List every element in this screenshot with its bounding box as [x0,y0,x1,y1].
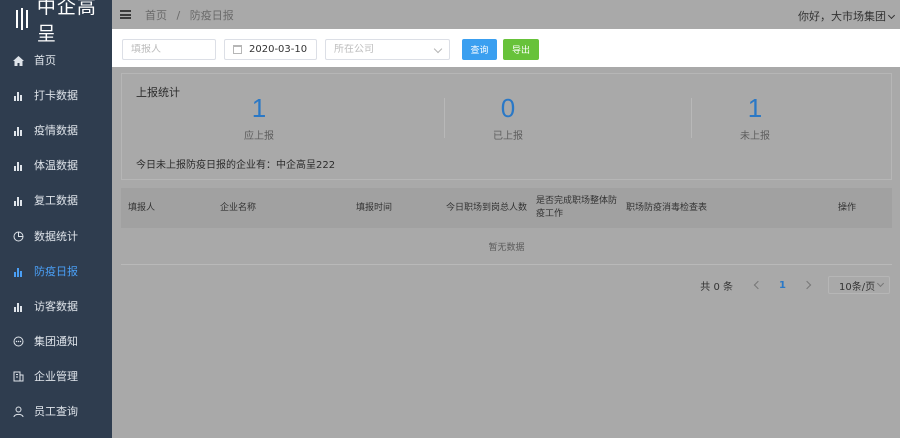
sidebar-item-label: 员工查询 [34,405,78,419]
stat-label: 应上报 [244,130,274,142]
chat-icon [12,335,24,347]
bar-chart-icon [12,159,24,172]
reporter-input[interactable] [131,44,215,55]
sidebar-item-label: 体温数据 [34,159,78,173]
report-table: 填报人 企业名称 填报时间 今日职场到岗总人数 是否完成职场整体防疫工作 职场防… [121,188,892,265]
logo-text: 中企高呈 [36,0,97,45]
stat-should-report: 1 应上报 [129,94,389,142]
sidebar-item-label: 防疫日报 [34,264,78,278]
column-header-actions: 操作 [838,202,857,213]
bar-chart-icon [12,300,24,312]
chevron-right-icon[interactable] [802,280,812,290]
chevron-left-icon[interactable] [753,280,763,290]
page-size-select[interactable]: 10条/页 [828,276,890,294]
pagination: 共 0 条 1 10条/页 [700,276,890,294]
menu-toggle-icon[interactable] [120,10,131,19]
breadcrumb-separator: / [176,8,181,22]
pagination-page[interactable]: 1 [779,280,786,291]
column-header-time: 填报时间 [356,202,393,213]
date-value: 2020-03-10 [249,44,308,55]
company-input[interactable] [334,44,449,55]
page-size-value: 10条/页 [839,281,876,293]
column-header-company: 企业名称 [220,202,257,213]
reporter-field[interactable] [122,39,216,60]
column-header-headcount: 今日职场到岗总人数 [446,202,528,213]
sidebar-nav: 首页 打卡数据 疫情数据 体温数据 复工数据 数据统计 防疫日报 访客数据 集团… [0,42,112,429]
bar-chart-icon [12,124,24,136]
sidebar: 中企高呈 首页 打卡数据 疫情数据 体温数据 复工数据 数据统计 防疫日报 访客… [0,0,112,438]
stat-reported: 0 已上报 [378,94,638,142]
sidebar-item-label: 访客数据 [34,299,78,313]
sidebar-item-label: 集团通知 [34,335,78,349]
sidebar-item-label: 数据统计 [34,229,78,243]
sidebar-item-notices[interactable]: 集团通知 [0,324,112,359]
stat-value: 0 [500,93,516,123]
sidebar-item-epidemic[interactable]: 疫情数据 [0,112,112,147]
breadcrumb: 首页 / 防疫日报 [145,7,234,23]
pie-chart-icon [12,230,24,242]
sidebar-item-home[interactable]: 首页 [0,42,112,77]
sidebar-item-daily-report[interactable]: 防疫日报 [0,253,112,288]
table-header: 填报人 企业名称 填报时间 今日职场到岗总人数 是否完成职场整体防疫工作 职场防… [121,188,892,228]
home-icon [12,54,24,66]
bar-chart-icon [12,89,24,101]
pagination-total: 共 0 条 [700,281,734,293]
stat-label: 未上报 [740,130,770,142]
logo-mark-icon [14,8,31,30]
sidebar-item-visitors[interactable]: 访客数据 [0,288,112,323]
sidebar-item-temperature[interactable]: 体温数据 [0,148,112,183]
filter-bar: 2020-03-10 查询 导出 [112,29,900,67]
sidebar-item-resume-work[interactable]: 复工数据 [0,183,112,218]
bar-chart-icon [12,265,24,277]
sidebar-item-label: 企业管理 [34,370,78,384]
chevron-down-icon [876,279,885,288]
column-header-checklist: 职场防疫消毒检查表 [626,202,708,213]
sidebar-item-label: 打卡数据 [34,88,78,102]
table-empty: 暂无数据 [121,228,892,265]
top-header: 首页 / 防疫日报 你好，大市场集团 [112,0,900,29]
stat-label: 已上报 [493,130,523,142]
stat-value: 1 [251,93,267,123]
building-icon [12,370,24,382]
breadcrumb-current: 防疫日报 [189,8,234,22]
date-picker[interactable]: 2020-03-10 [224,39,317,60]
breadcrumb-home[interactable]: 首页 [145,9,167,22]
sidebar-item-statistics[interactable]: 数据统计 [0,218,112,253]
export-button[interactable]: 导出 [503,39,539,60]
sidebar-item-label: 复工数据 [34,194,78,208]
sidebar-item-enterprise[interactable]: 企业管理 [0,359,112,394]
column-header-completed: 是否完成职场整体防疫工作 [536,196,618,219]
sidebar-item-label: 疫情数据 [34,123,78,137]
user-icon [12,405,24,418]
stat-value: 1 [747,93,763,123]
unreported-notice: 今日未上报防疫日报的企业有：中企高呈222 [136,160,336,171]
logo[interactable]: 中企高呈 [0,0,112,45]
user-menu[interactable]: 你好，大市场集团 [798,8,896,24]
stat-not-reported: 1 未上报 [625,94,885,142]
bar-chart-icon [12,194,24,207]
sidebar-item-label: 首页 [34,53,56,67]
sidebar-item-clockin[interactable]: 打卡数据 [0,77,112,112]
user-greeting: 你好，大市场集团 [798,10,886,23]
chevron-down-icon [887,11,896,20]
calendar-icon [233,45,242,54]
company-select[interactable] [325,39,450,60]
column-header-reporter: 填报人 [128,202,156,213]
report-stats-card: 上报统计 1 应上报 0 已上报 1 未上报 今日未上报防疫日报的企业有：中企高… [121,73,892,180]
query-button[interactable]: 查询 [462,39,497,60]
sidebar-item-staff[interactable]: 员工查询 [0,394,112,429]
